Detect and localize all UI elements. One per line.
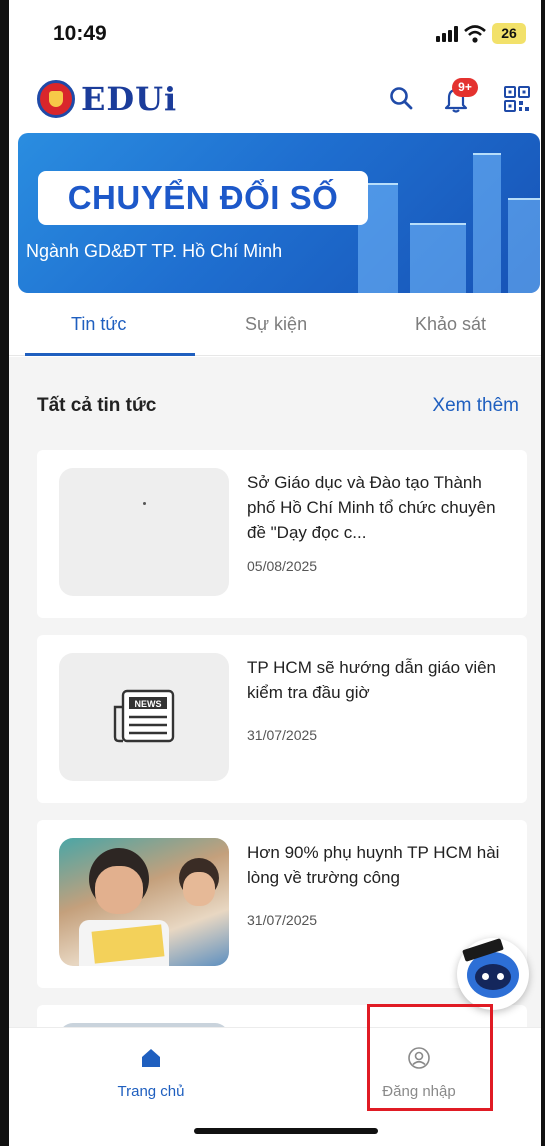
highlight-box bbox=[367, 1004, 493, 1111]
home-indicator[interactable] bbox=[194, 1128, 378, 1134]
app-name: EDUi bbox=[81, 80, 178, 118]
news-feed: Tất cả tin tức Xem thêm Sở Giáo dục và Đ… bbox=[9, 357, 541, 1045]
home-icon bbox=[142, 1049, 160, 1067]
banner-illustration-tower bbox=[473, 153, 501, 293]
news-thumbnail-photo bbox=[59, 838, 229, 966]
news-card[interactable]: Hơn 90% phụ huynh TP HCM hài lòng về trư… bbox=[37, 820, 527, 988]
search-icon[interactable] bbox=[387, 84, 417, 114]
notification-badge: 9+ bbox=[452, 78, 478, 97]
news-date: 31/07/2025 bbox=[247, 912, 318, 928]
app-logo-icon bbox=[37, 80, 75, 118]
app-screen: 10:49 26 EDUi 9+ CHUYỂN ĐỔI SỐ Ngành GD&… bbox=[9, 0, 541, 1146]
news-date: 05/08/2025 bbox=[247, 558, 318, 574]
banner-illustration-laptop bbox=[410, 223, 466, 293]
news-tabs: Tin tức Sự kiện Khảo sát bbox=[9, 300, 541, 356]
news-thumbnail: NEWS bbox=[59, 653, 229, 781]
signal-icon bbox=[436, 26, 460, 42]
news-title: Hơn 90% phụ huynh TP HCM hài lòng về trư… bbox=[247, 843, 500, 887]
qr-code-icon[interactable] bbox=[502, 84, 532, 114]
svg-text:NEWS: NEWS bbox=[135, 699, 162, 709]
newspaper-icon: NEWS bbox=[113, 689, 175, 743]
news-card[interactable]: NEWS TP HCM sẽ hướng dẫn giáo viên kiểm … bbox=[37, 635, 527, 803]
wifi-icon bbox=[464, 25, 486, 43]
battery-indicator: 26 bbox=[492, 23, 526, 44]
chatbot-icon[interactable] bbox=[457, 938, 529, 1010]
news-title: TP HCM sẽ hướng dẫn giáo viên kiểm tra đ… bbox=[247, 658, 497, 702]
tab-news[interactable]: Tin tức bbox=[71, 314, 126, 335]
nav-home[interactable]: Trang chủ bbox=[91, 1046, 211, 1100]
status-bar: 10:49 26 bbox=[9, 18, 541, 52]
section-title: Tất cả tin tức bbox=[37, 395, 157, 416]
news-title: Sở Giáo dục và Đào tạo Thành phố Hồ Chí … bbox=[247, 473, 496, 542]
tab-survey[interactable]: Khảo sát bbox=[415, 314, 486, 335]
banner-subtitle: Ngành GD&ĐT TP. Hồ Chí Minh bbox=[26, 241, 283, 261]
tab-events[interactable]: Sự kiện bbox=[245, 314, 307, 335]
news-date: 31/07/2025 bbox=[247, 727, 318, 743]
news-thumbnail-placeholder bbox=[59, 468, 229, 596]
news-card[interactable]: Sở Giáo dục và Đào tạo Thành phố Hồ Chí … bbox=[37, 450, 527, 618]
active-tab-indicator bbox=[25, 353, 195, 356]
student-face bbox=[95, 866, 143, 914]
banner-illustration-building bbox=[508, 198, 540, 293]
status-time: 10:49 bbox=[53, 22, 107, 45]
app-header: EDUi 9+ bbox=[9, 70, 541, 130]
nav-home-label: Trang chủ bbox=[117, 1083, 185, 1100]
see-more-link[interactable]: Xem thêm bbox=[432, 395, 519, 417]
device-frame-left bbox=[0, 0, 9, 1146]
device-frame-right bbox=[541, 0, 545, 1146]
student-2-face bbox=[183, 872, 215, 906]
promo-banner[interactable]: CHUYỂN ĐỔI SỐ Ngành GD&ĐT TP. Hồ Chí Min… bbox=[18, 133, 540, 293]
banner-title: CHUYỂN ĐỔI SỐ bbox=[38, 171, 368, 225]
